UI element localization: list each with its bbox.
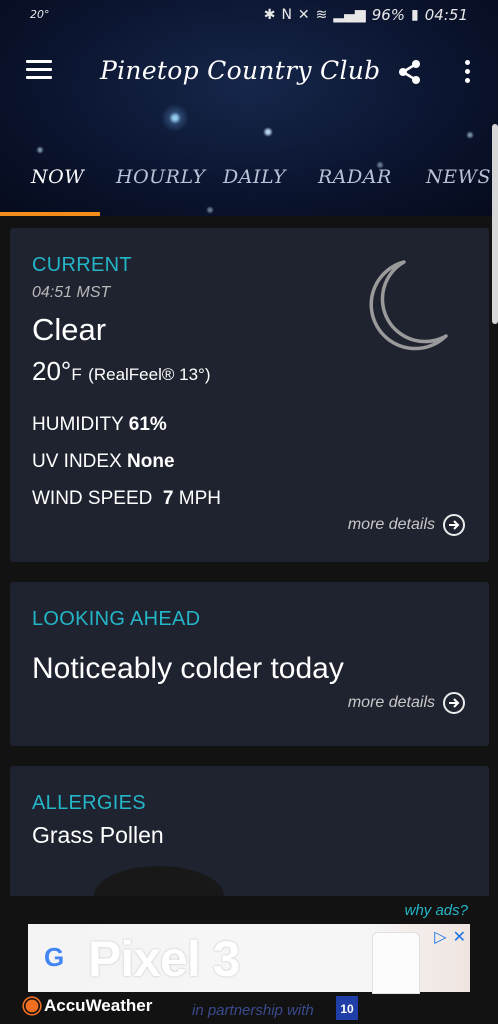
brand-name: AccuWeather <box>44 996 153 1015</box>
arrow-right-circle-icon <box>443 692 465 714</box>
battery-percent: 96% <box>371 6 406 24</box>
partner-logo: 10 <box>336 996 358 1020</box>
ad-area: why ads? G Pixel 3 ▷ ✕ AccuWeather in pa… <box>0 896 498 1024</box>
scrollbar[interactable] <box>492 124 498 324</box>
temperature-unit: F <box>71 365 82 384</box>
uv-label: UV INDEX <box>32 451 122 472</box>
temperature-value: 20° <box>32 356 72 386</box>
observation-time: 04:51 MST <box>32 284 111 301</box>
google-logo-icon: G <box>44 942 65 972</box>
tab-news[interactable]: NEWS <box>426 166 491 188</box>
signal-icon: ▂▄▆ <box>333 7 366 23</box>
tab-radar[interactable]: RADAR <box>318 166 392 188</box>
allergy-item: Grass Pollen <box>32 822 164 848</box>
accuweather-logo: AccuWeather <box>24 996 152 1016</box>
humidity-row: HUMIDITY 61% <box>32 414 167 436</box>
more-options-icon[interactable] <box>462 60 472 86</box>
share-icon[interactable] <box>396 58 424 86</box>
status-bar: 20° ✱ N ✕ ≋ ▂▄▆ 96% ▮ 04:51 <box>0 0 498 34</box>
ad-choices-icon[interactable]: ▷ <box>434 927 446 947</box>
close-icon[interactable]: ✕ <box>453 927 466 947</box>
status-temperature: 20° <box>30 8 50 21</box>
battery-icon: ▮ <box>411 7 419 23</box>
moon-icon <box>362 256 454 357</box>
current-conditions-card[interactable]: CURRENT 04:51 MST Clear 20°F (RealFeel® … <box>10 228 489 562</box>
sun-icon <box>25 999 39 1013</box>
wind-label: WIND SPEED <box>32 488 153 509</box>
humidity-value: 61% <box>128 414 167 435</box>
temperature-line: 20°F (RealFeel® 13°) <box>32 356 210 387</box>
looking-ahead-more-details-link[interactable]: more details <box>348 692 465 714</box>
arrow-right-circle-icon <box>443 514 465 536</box>
ad-banner[interactable]: G Pixel 3 ▷ ✕ <box>28 924 470 994</box>
tab-now[interactable]: NOW <box>31 166 84 188</box>
tab-hourly[interactable]: HOURLY <box>116 166 205 188</box>
realfeel-value: (RealFeel® 13°) <box>88 365 211 384</box>
allergies-label: ALLERGIES <box>32 792 146 814</box>
phone-image <box>372 932 420 994</box>
more-details-label: more details <box>347 694 435 711</box>
uv-row: UV INDEX None <box>32 451 175 473</box>
tab-bar: NOW HOURLY DAILY RADAR NEWS <box>0 160 498 216</box>
condition-text: Clear <box>32 312 107 347</box>
partnership-text: in partnership with <box>192 1002 314 1019</box>
looking-ahead-card[interactable]: LOOKING AHEAD Noticeably colder today mo… <box>10 582 489 746</box>
ad-headline: Pixel 3 <box>88 931 240 987</box>
status-time: 04:51 <box>424 6 468 24</box>
uv-value: None <box>127 451 175 472</box>
more-details-label: more details <box>347 516 435 533</box>
looking-ahead-label: LOOKING AHEAD <box>32 608 201 630</box>
active-tab-indicator <box>0 212 100 216</box>
wind-unit: MPH <box>178 488 222 509</box>
humidity-label: HUMIDITY <box>32 414 124 435</box>
current-label: CURRENT <box>32 254 132 276</box>
wifi-icon: ≋ <box>315 7 328 23</box>
location-title[interactable]: Pinetop Country Club <box>100 56 380 85</box>
wind-row: WIND SPEED 7 MPH <box>32 488 221 510</box>
ad-choices[interactable]: ▷ ✕ <box>434 927 466 947</box>
nfc-icon: N <box>281 7 292 23</box>
status-icons: ✱ N ✕ ≋ ▂▄▆ 96% ▮ 04:51 <box>264 6 468 24</box>
allergies-card[interactable]: ALLERGIES Grass Pollen <box>10 766 489 926</box>
app-toolbar: Pinetop Country Club <box>0 48 498 98</box>
current-more-details-link[interactable]: more details <box>348 514 465 536</box>
why-ads-link[interactable]: why ads? <box>405 902 468 919</box>
wind-value: 7 <box>162 488 174 509</box>
tab-daily[interactable]: DAILY <box>223 166 286 188</box>
looking-ahead-summary: Noticeably colder today <box>32 652 344 685</box>
menu-icon[interactable] <box>26 60 52 82</box>
bluetooth-icon: ✱ <box>263 7 276 23</box>
mute-icon: ✕ <box>297 7 310 23</box>
